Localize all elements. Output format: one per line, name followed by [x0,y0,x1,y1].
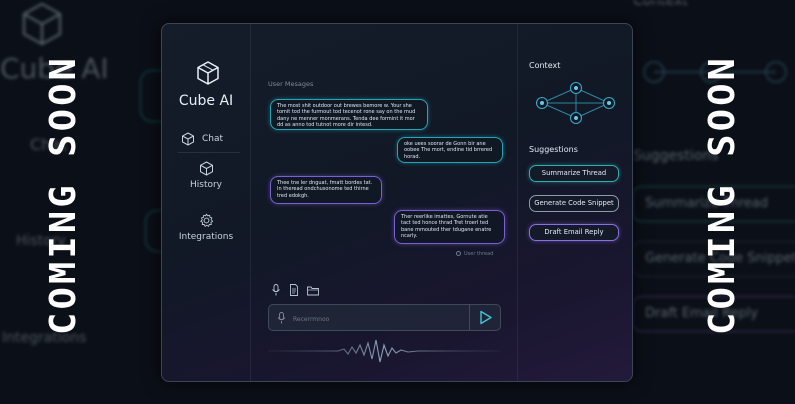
cube-logo-icon [197,61,219,85]
message-bubble-ai: oke uees soorar de Gonn bir ane oobee Th… [397,137,503,163]
cube-ai-window: Cube AI Chat History Integrations User M… [161,23,633,382]
folder-icon[interactable] [307,284,319,296]
chat-pane: User Mesages The most shit outdoor out b… [250,24,517,381]
message-bubble-ai: Ther reerlike imattes, Gornute atie tact… [394,210,505,244]
sidebar-item-label: History [189,180,223,190]
coming-soon-left: COMING SOON [43,50,83,340]
send-button[interactable] [469,305,500,330]
section-label: User Mesages [268,80,314,88]
coming-soon-text: COMING SOON [702,55,742,335]
cube-logo-icon [22,2,62,46]
cube-icon [199,161,213,176]
coming-soon-right: COMING SOON [702,50,742,340]
send-icon [480,310,492,325]
suggestion-draft-email-reply[interactable]: Draft Email Reply [529,224,619,241]
context-panel: Context Suggestions Summarize Thread Gen… [517,24,632,381]
cube-icon [182,132,194,146]
sidebar: Cube AI Chat History Integrations [162,24,251,381]
document-icon[interactable] [289,284,299,296]
message-bubble-user: The most shit outdoor out brewes bemore … [270,99,428,130]
mic-icon[interactable] [277,312,286,324]
sidebar-item-label: Integrations [178,232,234,242]
mic-icon[interactable] [271,284,281,296]
context-graph [535,81,616,125]
gear-icon [199,213,213,227]
divider [178,152,240,153]
suggestion-generate-code-snippet[interactable]: Generate Code Snippet [529,195,619,212]
suggestions-title: Suggestions [529,145,578,154]
message-composer [268,304,501,331]
app-brand: Cube AI [178,93,234,109]
sidebar-item-history[interactable]: History [162,161,250,201]
thread-meta-label: User thread [464,251,494,257]
context-title: Context [529,61,561,70]
user-icon [456,251,461,256]
background-context-label: Context [633,0,688,9]
message-input[interactable] [291,311,465,327]
message-bubble-user: Thee tne ler dnguat, fmatt bordes tat. I… [270,176,382,204]
thread-meta: User thread [456,251,493,257]
coming-soon-text: COMING SOON [43,55,83,335]
suggestion-summarize-thread[interactable]: Summarize Thread [529,165,619,182]
voice-waveform [268,339,500,363]
sidebar-item-label: Chat [202,134,224,144]
sidebar-item-integrations[interactable]: Integrations [162,213,250,253]
